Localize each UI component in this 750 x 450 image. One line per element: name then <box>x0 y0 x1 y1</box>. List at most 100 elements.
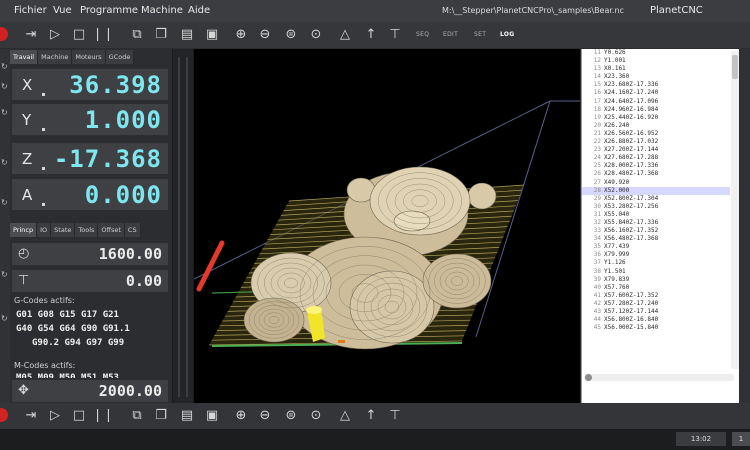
code-line[interactable]: 20 X26.240 <box>582 122 730 130</box>
code-line[interactable]: 34 X56.480Z-17.368 <box>582 235 730 243</box>
probe-icon[interactable]: △ <box>336 26 354 44</box>
code-line[interactable]: 21 X26.560Z-16.952 <box>582 130 730 138</box>
code-line[interactable]: 11 Y0.626 <box>582 49 730 57</box>
code-line[interactable]: 31 X55.040 <box>582 211 730 219</box>
code-line[interactable]: 38 Y1.501 <box>582 268 730 276</box>
code-line[interactable]: 35 X77.439 <box>582 243 730 251</box>
code-line[interactable]: 32 X55.840Z-17.336 <box>582 219 730 227</box>
zoom-select-icon[interactable]: ⊙ <box>307 407 325 425</box>
pause-icon[interactable]: ❘❘ <box>92 407 114 425</box>
zoom-select-icon[interactable]: ⊙ <box>307 26 325 44</box>
code-line[interactable]: 43 X57.120Z-17.144 <box>582 308 730 316</box>
jog-speed-row[interactable]: ✥ 2000.00 <box>12 380 168 402</box>
code-line[interactable]: 23 X27.200Z-17.144 <box>582 146 730 154</box>
x-coordinate-row[interactable]: X 36.398 <box>12 69 168 100</box>
scrollbar-thumb[interactable] <box>732 55 738 79</box>
edit-button[interactable]: EDIT <box>443 31 458 38</box>
gcode-listing[interactable]: 11 Y0.626 12 Y1.001 13 X0.161 14 X23.360 15 X23.6… <box>582 49 730 371</box>
code-line[interactable]: 36 X79.999 <box>582 251 730 259</box>
code-line[interactable]: 14 X23.360 <box>582 73 730 81</box>
code-line[interactable]: 22 X26.880Z-17.032 <box>582 138 730 146</box>
zoom-in-icon[interactable]: ⊕ <box>232 407 250 425</box>
code-line[interactable]: 19 X25.440Z-16.920 <box>582 114 730 122</box>
tab-offset[interactable]: Offset <box>98 223 125 237</box>
tab-tools[interactable]: Tools <box>75 223 99 237</box>
tool-icon[interactable]: ⊤ <box>386 407 404 425</box>
log-button[interactable]: LOG <box>500 31 515 38</box>
tab-io[interactable]: IO <box>37 223 52 237</box>
menu-programme[interactable]: Programme <box>80 5 138 16</box>
probe-icon[interactable]: △ <box>336 407 354 425</box>
slider-rail[interactable] <box>186 57 188 397</box>
menu-machine[interactable]: Machine <box>141 5 183 16</box>
frame-icon[interactable]: ▣ <box>203 26 221 44</box>
play-icon[interactable]: ▷ <box>46 407 64 425</box>
copy-icon[interactable]: ⧉ <box>128 407 146 425</box>
frame-icon[interactable]: ▣ <box>203 407 221 425</box>
zoom-fit-icon[interactable]: ⊜ <box>282 26 300 44</box>
a-coordinate-row[interactable]: A 0.000 <box>12 179 168 210</box>
code-line[interactable]: 15 X23.680Z-17.336 <box>582 81 730 89</box>
pause-icon[interactable]: ❘❘ <box>92 26 114 44</box>
code-line[interactable]: 33 X56.160Z-17.352 <box>582 227 730 235</box>
layers-icon[interactable]: ▤ <box>178 407 196 425</box>
code-line[interactable]: 25 X28.000Z-17.336 <box>582 162 730 170</box>
slider-rail[interactable] <box>178 57 180 397</box>
seq-button[interactable]: SEQ <box>416 31 429 38</box>
jog-icon[interactable]: ↻ <box>1 109 9 117</box>
scroll-knob[interactable] <box>585 374 592 381</box>
jog-icon[interactable]: ↻ <box>1 83 9 91</box>
run-icon[interactable]: ⇥ <box>22 26 40 44</box>
code-line[interactable]: 37 Y1.126 <box>582 259 730 267</box>
zoom-in-icon[interactable]: ⊕ <box>232 26 250 44</box>
home-icon[interactable]: ↑ <box>362 407 380 425</box>
jog-icon[interactable]: ↻ <box>1 159 9 167</box>
tab-machine[interactable]: Machine <box>38 50 73 64</box>
code-line[interactable]: 28 X52.000 <box>582 186 730 195</box>
code-line[interactable]: 24 X27.680Z-17.288 <box>582 154 730 162</box>
feed-rate-row[interactable]: ◴ 1600.00 <box>12 243 168 265</box>
home-icon[interactable]: ↑ <box>362 26 380 44</box>
y-coordinate-row[interactable]: Y 1.000 <box>12 104 168 135</box>
stop-icon[interactable]: □ <box>70 26 88 44</box>
menu-aide[interactable]: Aide <box>188 5 210 16</box>
tab-gcode[interactable]: GCode <box>105 50 135 64</box>
code-line[interactable]: 12 Y1.001 <box>582 57 730 65</box>
paste-icon[interactable]: ❐ <box>152 407 170 425</box>
code-line[interactable]: 29 X52.800Z-17.304 <box>582 195 730 203</box>
code-line[interactable]: 41 X57.600Z-17.352 <box>582 292 730 300</box>
jog-icon[interactable]: ↻ <box>1 271 9 279</box>
tab-moteurs[interactable]: Moteurs <box>72 50 106 64</box>
record-icon[interactable] <box>0 27 8 41</box>
zoom-out-icon[interactable]: ⊖ <box>256 26 274 44</box>
horizontal-scrollbar[interactable] <box>584 374 734 381</box>
jog-icon[interactable]: ↻ <box>1 63 9 71</box>
stop-icon[interactable]: □ <box>70 407 88 425</box>
spindle-row[interactable]: ⊤ 0.00 <box>12 270 168 292</box>
code-line[interactable]: 30 X53.280Z-17.256 <box>582 203 730 211</box>
tab-travail[interactable]: Travail <box>10 50 39 64</box>
vertical-scrollbar[interactable] <box>731 51 739 369</box>
run-icon[interactable]: ⇥ <box>22 407 40 425</box>
code-line[interactable]: 26 X28.480Z-17.368 <box>582 170 730 178</box>
tab-princp[interactable]: Princp <box>10 223 38 237</box>
zoom-fit-icon[interactable]: ⊜ <box>282 407 300 425</box>
play-icon[interactable]: ▷ <box>46 26 64 44</box>
code-line[interactable]: 27 X49.920 <box>582 179 730 187</box>
code-line[interactable]: 18 X24.960Z-16.984 <box>582 106 730 114</box>
tab-cs[interactable]: CS <box>124 223 141 237</box>
code-line[interactable]: 45 X56.000Z-15.840 <box>582 324 730 332</box>
jog-icon[interactable]: ↻ <box>1 199 9 207</box>
menu-vue[interactable]: Vue <box>53 5 72 16</box>
tool-icon[interactable]: ⊤ <box>386 26 404 44</box>
set-button[interactable]: SET <box>474 31 486 38</box>
jog-icon[interactable]: ↻ <box>1 315 9 323</box>
code-line[interactable]: 42 X57.280Z-17.240 <box>582 300 730 308</box>
copy-icon[interactable]: ⧉ <box>128 26 146 44</box>
tab-state[interactable]: State <box>51 223 76 237</box>
toolpath-3d-view[interactable] <box>194 49 580 403</box>
code-line[interactable]: 40 X57.760 <box>582 284 730 292</box>
code-line[interactable]: 16 X24.160Z-17.240 <box>582 89 730 97</box>
feed-override-sliders[interactable] <box>172 49 194 403</box>
zoom-out-icon[interactable]: ⊖ <box>256 407 274 425</box>
